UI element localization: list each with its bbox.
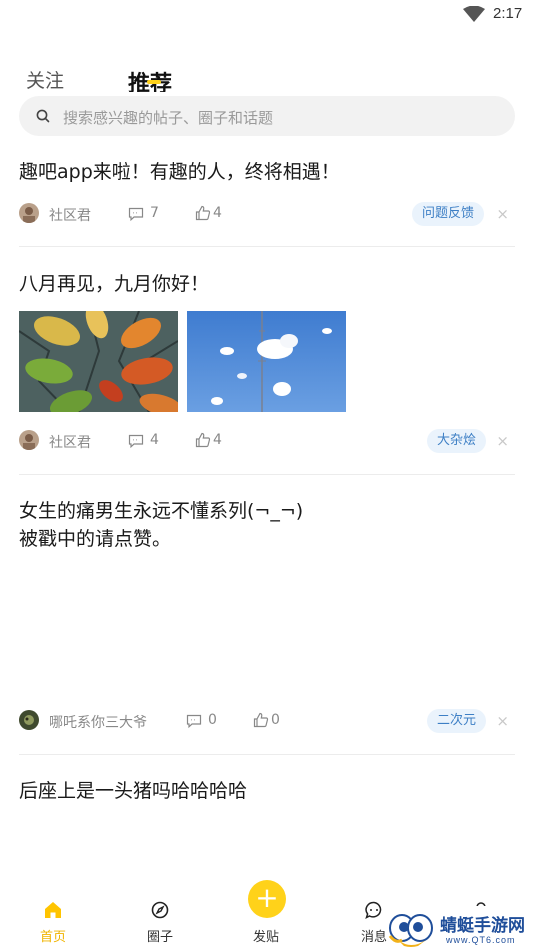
post-title[interactable]: 趣吧app来啦！有趣的人，终将相遇！: [19, 158, 340, 186]
divider: [19, 474, 515, 475]
like-count: 4: [213, 432, 222, 448]
tab-follow[interactable]: 关注: [26, 66, 64, 92]
comment-count: 7: [150, 205, 159, 221]
nav-circle-label: 圈子: [146, 930, 173, 945]
post-tag[interactable]: 问题反馈: [412, 202, 485, 226]
post-meta: 社区君 7 4 问题反馈 ×: [19, 202, 515, 226]
divider: [19, 754, 515, 755]
like-count: 0: [271, 712, 280, 728]
post-author[interactable]: 社区君: [49, 205, 91, 225]
comment-count: 4: [150, 432, 159, 448]
avatar[interactable]: [19, 203, 39, 223]
search-bar[interactable]: 搜索感兴趣的帖子、圈子和话题: [19, 96, 515, 136]
post-image-sky[interactable]: [187, 311, 346, 412]
tab-recommend[interactable]: 推荐: [128, 66, 172, 92]
post-title[interactable]: 后座上是一头猪吗哈哈哈哈: [19, 777, 247, 805]
comment-icon[interactable]: [128, 433, 144, 449]
post-author[interactable]: 哪吒系你三大爷: [49, 712, 147, 732]
message-icon: [365, 901, 382, 919]
dragonfly-logo-icon: [388, 914, 433, 947]
comment-count: 0: [208, 712, 217, 728]
post-tag[interactable]: 大杂烩: [427, 429, 487, 453]
publish-button[interactable]: +: [248, 880, 286, 918]
dismiss-icon[interactable]: ×: [496, 205, 509, 223]
avatar[interactable]: [19, 710, 39, 730]
post-meta: 哪吒系你三大爷 0 0 二次元 ×: [19, 709, 515, 733]
watermark: 蜻蜓手游网 www.QT6.com: [388, 906, 534, 949]
like-icon[interactable]: [195, 432, 211, 448]
post-author[interactable]: 社区君: [49, 432, 91, 452]
compass-icon: [151, 901, 169, 919]
dismiss-icon[interactable]: ×: [496, 432, 509, 450]
status-time: 2:17: [493, 5, 523, 22]
post-meta: 社区君 4 4 大杂烩 ×: [19, 429, 515, 453]
top-tabs: 关注 推荐: [0, 56, 534, 92]
divider: [19, 246, 515, 247]
like-icon[interactable]: [195, 205, 211, 221]
search-placeholder: 搜索感兴趣的帖子、圈子和话题: [63, 109, 274, 127]
dismiss-icon[interactable]: ×: [496, 712, 509, 730]
post-tag[interactable]: 二次元: [427, 709, 487, 733]
home-icon: [45, 902, 61, 918]
post-title[interactable]: 女生的痛男生永远不懂系列(¬_¬) 被戳中的请点赞。: [19, 497, 303, 553]
nav-publish-label[interactable]: 发贴: [253, 926, 279, 945]
like-count: 4: [213, 205, 222, 221]
nav-circle[interactable]: 圈子: [130, 900, 190, 945]
like-icon[interactable]: [253, 712, 269, 728]
tab-active-indicator: [147, 80, 161, 84]
avatar[interactable]: [19, 430, 39, 450]
status-bar: 2:17: [0, 0, 534, 30]
post-title[interactable]: 八月再见，九月你好！: [19, 270, 209, 298]
nav-home-label: 首页: [39, 930, 66, 945]
nav-home[interactable]: 首页: [23, 900, 83, 945]
comment-icon[interactable]: [128, 206, 144, 222]
comment-icon[interactable]: [186, 713, 202, 729]
post-image-leaves[interactable]: [19, 311, 178, 412]
search-icon: [36, 109, 50, 123]
wifi-icon: [463, 6, 485, 22]
